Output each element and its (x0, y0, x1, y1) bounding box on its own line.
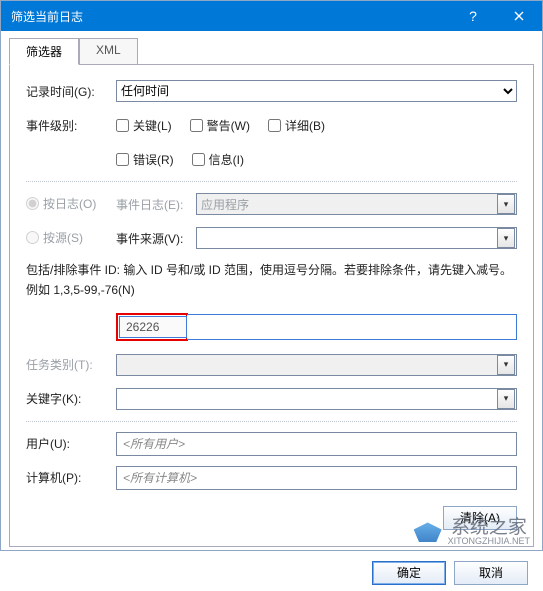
row-task: 任务类别(T): ▾ (26, 353, 517, 377)
tab-panel: 记录时间(G): 任何时间 事件级别: 关键(L) 警告(W) 详细(B) 错误… (9, 64, 534, 547)
tab-filter[interactable]: 筛选器 (9, 38, 79, 65)
computer-input[interactable] (116, 466, 517, 490)
label-eventsource: 事件来源(V): (116, 230, 196, 247)
titlebar: 筛选当前日志 ? (1, 1, 542, 31)
label-level: 事件级别: (26, 117, 116, 134)
label-task: 任务类别(T): (26, 356, 116, 373)
cb-error-box[interactable] (116, 153, 129, 166)
event-id-help: 包括/排除事件 ID: 输入 ID 号和/或 ID 范围，使用逗号分隔。若要排除… (26, 260, 517, 301)
row-bysource: 按源(S) 事件来源(V): ▾ (26, 226, 517, 250)
help-button[interactable]: ? (450, 1, 496, 31)
close-button[interactable] (496, 1, 542, 31)
radio-bysource-input (26, 231, 39, 244)
logged-time-combo[interactable]: 任何时间 (116, 80, 517, 102)
event-id-highlight (116, 313, 188, 341)
cb-verbose[interactable]: 详细(B) (268, 117, 325, 134)
titlebar-actions: ? (450, 1, 542, 31)
row-bylog: 按日志(O) 事件日志(E): 应用程序 ▾ (26, 192, 517, 216)
radio-bylog-input (26, 197, 39, 210)
row-user: 用户(U): (26, 432, 517, 456)
close-icon (514, 11, 524, 21)
cb-error[interactable]: 错误(R) (116, 151, 174, 168)
keyword-combo[interactable]: ▾ (116, 388, 517, 410)
row-computer: 计算机(P): (26, 466, 517, 490)
event-id-input[interactable] (187, 314, 517, 340)
label-logged: 记录时间(G): (26, 83, 116, 100)
radio-bysource: 按源(S) (26, 229, 83, 246)
row-event-level-2: 错误(R) 信息(I) (26, 147, 517, 171)
keyword-dd-btn[interactable]: ▾ (497, 389, 515, 409)
event-id-input-left (119, 316, 187, 338)
dialog-window: 筛选当前日志 ? 筛选器 XML 记录时间(G): 任何时间 事件级别: 关键(… (0, 0, 543, 551)
eventsource-dd-btn[interactable]: ▾ (497, 228, 515, 248)
row-event-id (26, 313, 517, 341)
cb-warning[interactable]: 警告(W) (190, 117, 250, 134)
row-event-level: 事件级别: 关键(L) 警告(W) 详细(B) (26, 113, 517, 137)
cb-info-box[interactable] (192, 153, 205, 166)
label-eventlog: 事件日志(E): (116, 196, 196, 213)
radio-bylog: 按日志(O) (26, 195, 96, 212)
cb-verbose-box[interactable] (268, 119, 281, 132)
label-computer: 计算机(P): (26, 469, 116, 486)
row-keyword: 关键字(K): ▾ (26, 387, 517, 411)
label-keyword: 关键字(K): (26, 390, 116, 407)
label-user: 用户(U): (26, 435, 116, 452)
dialog-button-row: 确定 取消 (1, 555, 542, 591)
clear-button[interactable]: 清除(A) (443, 506, 517, 530)
ok-button[interactable]: 确定 (372, 561, 446, 585)
cb-critical-box[interactable] (116, 119, 129, 132)
separator-2 (26, 421, 517, 422)
cb-warning-box[interactable] (190, 119, 203, 132)
row-logged-time: 记录时间(G): 任何时间 (26, 79, 517, 103)
eventsource-combo[interactable]: ▾ (196, 227, 517, 249)
eventlog-dd-btn: ▾ (497, 194, 515, 214)
tab-strip: 筛选器 XML (1, 31, 542, 64)
eventlog-combo: 应用程序 ▾ (196, 193, 517, 215)
cb-info[interactable]: 信息(I) (192, 151, 244, 168)
task-combo: ▾ (116, 354, 517, 376)
cancel-button[interactable]: 取消 (454, 561, 528, 585)
user-input[interactable] (116, 432, 517, 456)
tab-xml[interactable]: XML (79, 38, 138, 65)
cb-critical[interactable]: 关键(L) (116, 117, 172, 134)
window-title: 筛选当前日志 (11, 8, 83, 25)
separator-1 (26, 181, 517, 182)
task-dd-btn: ▾ (497, 355, 515, 375)
